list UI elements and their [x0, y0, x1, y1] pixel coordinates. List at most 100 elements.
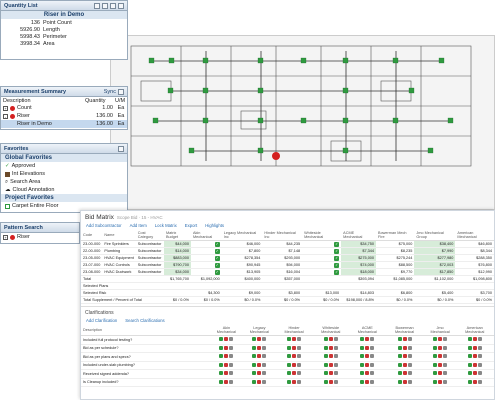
na-icon[interactable] — [443, 371, 448, 376]
clar-column-header[interactable]: Hinder Mechanical — [276, 325, 312, 336]
no-icon[interactable] — [292, 345, 297, 350]
search-clarifications-button[interactable]: Search Clarifications — [125, 318, 164, 324]
highlights-button[interactable]: Highlights — [205, 223, 224, 229]
favorite-item[interactable]: ⌕ Search Area — [1, 178, 127, 186]
col-uom[interactable]: U/M — [115, 98, 127, 104]
na-icon[interactable] — [443, 379, 448, 384]
no-icon[interactable] — [292, 379, 297, 384]
no-icon[interactable] — [224, 337, 229, 342]
bid-cell[interactable]: $8,344 — [455, 247, 494, 255]
na-icon[interactable] — [407, 354, 412, 359]
na-icon[interactable] — [443, 345, 448, 350]
no-icon[interactable] — [472, 337, 477, 342]
bid-cell[interactable]: $13,905 — [221, 268, 263, 276]
yes-icon[interactable] — [323, 354, 328, 359]
na-icon[interactable] — [407, 345, 412, 350]
table-row[interactable]: 22-00-000 Plumbing Subcontractor $14,000 ✓ $7… — [81, 247, 494, 255]
no-icon[interactable] — [438, 337, 443, 342]
bid-cell[interactable]: $278,354 — [221, 254, 263, 262]
bid-cell[interactable]: $72,003 — [414, 261, 456, 269]
no-icon[interactable] — [292, 371, 297, 376]
clar-column-header[interactable]: Whiteside Mechanical — [311, 325, 351, 336]
col-description[interactable]: Description — [3, 98, 85, 104]
no-icon[interactable] — [438, 354, 443, 359]
export-button[interactable]: Export — [185, 223, 197, 229]
yes-icon[interactable] — [397, 337, 402, 342]
no-icon[interactable] — [328, 345, 333, 350]
bid-cell[interactable]: $7,148 — [262, 247, 303, 255]
yes-icon[interactable] — [252, 345, 257, 350]
yes-icon[interactable] — [467, 362, 472, 367]
no-icon[interactable] — [224, 345, 229, 350]
clar-description-header[interactable]: Description — [81, 325, 211, 336]
na-icon[interactable] — [370, 354, 375, 359]
no-icon[interactable] — [365, 345, 370, 350]
no-icon[interactable] — [438, 379, 443, 384]
bid-cell[interactable]: ✓ — [302, 254, 342, 262]
bid-cell[interactable]: $74,000 — [341, 261, 377, 269]
no-icon[interactable] — [438, 371, 443, 376]
no-icon[interactable] — [257, 371, 262, 376]
bid-cell[interactable]: ✓ — [190, 268, 222, 276]
measurement-row[interactable]: + Count 1.00 Ea — [1, 104, 127, 112]
bid-cell[interactable]: $76,800 — [455, 261, 494, 269]
no-icon[interactable] — [402, 354, 407, 359]
yes-icon[interactable] — [397, 345, 402, 350]
measurement-row[interactable]: - Riser 136.00 Ea — [1, 112, 127, 120]
global-favorites-header[interactable]: Global Favorites — [1, 154, 127, 162]
na-icon[interactable] — [229, 379, 234, 384]
copy-icon[interactable] — [102, 2, 108, 9]
na-icon[interactable] — [333, 354, 338, 359]
no-icon[interactable] — [472, 371, 477, 376]
bid-cell[interactable]: $90,945 — [221, 261, 263, 269]
no-icon[interactable] — [402, 337, 407, 342]
yes-icon[interactable] — [287, 379, 292, 384]
clar-column-header[interactable]: American Mechanical — [455, 325, 494, 336]
na-icon[interactable] — [407, 371, 412, 376]
column-header[interactable]: Whiteside Mechanical — [302, 230, 342, 241]
yes-icon[interactable] — [467, 371, 472, 376]
na-icon[interactable] — [477, 354, 482, 359]
yes-icon[interactable] — [397, 379, 402, 384]
na-icon[interactable] — [229, 354, 234, 359]
na-icon[interactable] — [477, 362, 482, 367]
na-icon[interactable] — [229, 371, 234, 376]
column-header[interactable]: ACME Mechanical — [341, 230, 377, 241]
no-icon[interactable] — [224, 371, 229, 376]
na-icon[interactable] — [297, 337, 302, 342]
na-icon[interactable] — [229, 345, 234, 350]
yes-icon[interactable] — [219, 379, 224, 384]
yes-icon[interactable] — [252, 337, 257, 342]
no-icon[interactable] — [292, 362, 297, 367]
yes-icon[interactable] — [360, 354, 365, 359]
add-item-button[interactable]: Add Item — [130, 223, 147, 229]
bid-cell[interactable]: $8,235 — [376, 247, 415, 255]
expand-icon[interactable]: + — [3, 105, 8, 111]
no-icon[interactable] — [257, 362, 262, 367]
yes-icon[interactable] — [219, 354, 224, 359]
bid-cell[interactable]: $7,800 — [221, 247, 263, 255]
na-icon[interactable] — [262, 345, 267, 350]
yes-icon[interactable] — [287, 362, 292, 367]
table-row[interactable]: 23-08-000 HVAC Ductwork Subcontractor $34,0… — [81, 268, 494, 276]
no-icon[interactable] — [402, 345, 407, 350]
expand-icon[interactable]: + — [3, 234, 8, 240]
na-icon[interactable] — [333, 337, 338, 342]
no-icon[interactable] — [328, 337, 333, 342]
na-icon[interactable] — [443, 337, 448, 342]
yes-icon[interactable] — [323, 379, 328, 384]
yes-icon[interactable] — [219, 362, 224, 367]
na-icon[interactable] — [333, 362, 338, 367]
yes-icon[interactable] — [323, 337, 328, 342]
lock-matrix-button[interactable]: Lock Matrix — [155, 223, 177, 229]
no-icon[interactable] — [402, 379, 407, 384]
pattern-search-row[interactable]: + Riser — [1, 233, 79, 241]
bid-cell[interactable]: $7,344 — [341, 247, 377, 255]
no-icon[interactable] — [257, 345, 262, 350]
column-header[interactable]: Jmo Mechanical Group — [414, 230, 456, 241]
na-icon[interactable] — [443, 354, 448, 359]
bid-cell[interactable]: ✓ — [190, 254, 222, 262]
bid-cell[interactable]: $17,850 — [414, 268, 456, 276]
table-row[interactable]: 23-00-000 Fire Sprinklers Subcontractor $44… — [81, 240, 494, 248]
na-icon[interactable] — [370, 379, 375, 384]
